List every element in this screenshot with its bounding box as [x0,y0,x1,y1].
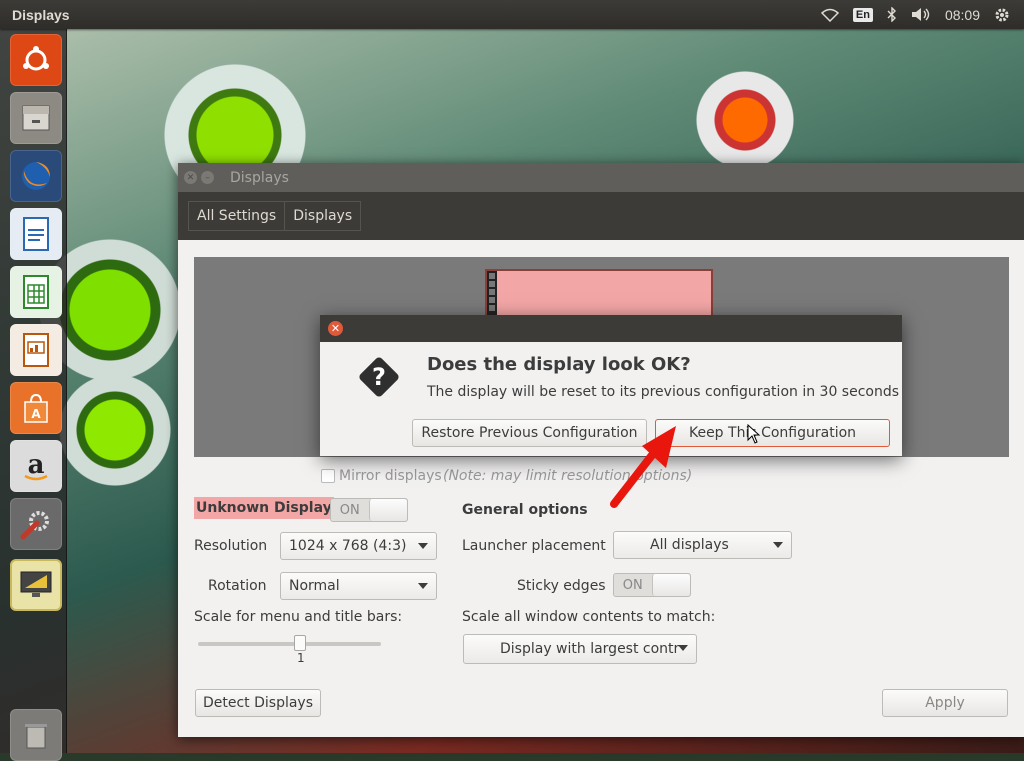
scale-slider-handle[interactable] [294,635,306,651]
launcher-item-software-center[interactable]: A [10,382,62,434]
wifi-icon[interactable] [820,8,839,22]
sticky-edges-label: Sticky edges [517,578,606,594]
launcher-item-trash[interactable] [10,709,62,761]
breadcrumb-displays[interactable]: Displays [285,201,362,231]
rotation-value: Normal [289,578,340,594]
keep-this-configuration-button[interactable]: Keep This Configuration [655,419,890,447]
firefox-icon [22,162,50,190]
launcher-item-displays[interactable] [10,559,62,611]
settings-tools-icon [20,511,49,540]
window-toolbar: All Settings Displays [178,192,1024,240]
window-close-button[interactable]: ✕ [184,171,197,184]
svg-text:?: ? [372,363,386,391]
ubuntu-logo-icon [23,46,49,71]
volume-icon[interactable] [911,7,931,22]
dialog-heading: Does the display look OK? [427,354,691,375]
launcher-item-dash[interactable] [10,34,62,86]
display-name-label: Unknown Display [194,497,334,519]
monitor-film-strip [487,271,497,317]
display-settings-icon [20,571,52,597]
dialog-message: The display will be reset to its previou… [427,384,900,400]
question-icon: ? [359,357,399,397]
panel-indicators: En 08:09 [820,7,1010,23]
chevron-down-icon [418,543,428,549]
resolution-label: Resolution [194,538,268,554]
launcher-placement-label: Launcher placement [462,538,606,554]
resolution-dropdown[interactable]: 1024 x 768 (4:3) [280,532,437,560]
breadcrumb-all-settings[interactable]: All Settings [188,201,286,231]
general-options-heading: General options [462,502,588,518]
detect-displays-button[interactable]: Detect Displays [195,689,321,717]
sticky-edges-state: ON [622,577,643,593]
gear-icon[interactable] [994,7,1010,23]
launcher-item-calc[interactable] [10,266,62,318]
scale-all-value: Display with largest contr [500,641,680,657]
trash-icon [25,724,47,749]
scale-slider-track[interactable] [198,642,381,646]
rotation-dropdown[interactable]: Normal [280,572,437,600]
launcher-item-system-settings[interactable] [10,498,62,550]
sticky-edges-switch[interactable]: ON [613,573,691,597]
top-panel: Displays En 08:09 [0,0,1024,29]
svg-text:a: a [28,450,45,480]
sticky-edges-knob [651,574,690,596]
window-titlebar: ✕ – Displays [178,163,1024,192]
panel-app-title: Displays [12,6,70,23]
keyboard-layout-indicator[interactable]: En [852,7,873,22]
impress-presentation-icon [23,333,49,367]
file-cabinet-icon [22,105,50,131]
dialog-close-button[interactable]: ✕ [328,321,343,336]
display-switch-state: ON [339,502,360,518]
launcher-item-firefox[interactable] [10,150,62,202]
mirror-displays-label: Mirror displays [339,468,442,484]
panel-clock[interactable]: 08:09 [945,7,980,23]
monitor-preview[interactable] [485,269,713,319]
launcher-item-amazon[interactable]: a [10,440,62,492]
mouse-cursor-icon [747,424,761,444]
resolution-value: 1024 x 768 (4:3) [289,538,407,554]
calc-spreadsheet-icon [23,275,49,309]
scale-menu-label: Scale for menu and title bars: [194,609,403,625]
launcher-placement-dropdown[interactable]: All displays [613,531,792,559]
launcher-placement-value: All displays [650,537,729,553]
svg-text:A: A [31,407,41,421]
writer-document-icon [23,217,49,251]
display-switch-knob [368,499,407,521]
window-minimize-button[interactable]: – [201,171,214,184]
apply-button[interactable]: Apply [882,689,1008,717]
shopping-bag-icon: A [24,393,48,423]
chevron-down-icon [773,542,783,548]
launcher-item-files[interactable] [10,92,62,144]
scale-all-label: Scale all window contents to match: [462,609,716,625]
display-on-switch[interactable]: ON [330,498,408,522]
window-title: Displays [230,169,289,186]
scale-all-dropdown[interactable]: Display with largest contr [463,634,697,664]
bluetooth-icon[interactable] [887,7,897,22]
annotation-arrow [610,426,676,508]
mirror-displays-checkbox[interactable] [321,469,335,483]
amazon-icon: a [24,450,48,481]
launcher-item-writer[interactable] [10,208,62,260]
dialog-titlebar: ✕ [320,315,902,342]
chevron-down-icon [418,583,428,589]
launcher-item-impress[interactable] [10,324,62,376]
chevron-down-icon [678,645,688,651]
launcher: A a [0,29,67,761]
scale-value: 1 [297,651,305,665]
rotation-label: Rotation [208,578,267,594]
